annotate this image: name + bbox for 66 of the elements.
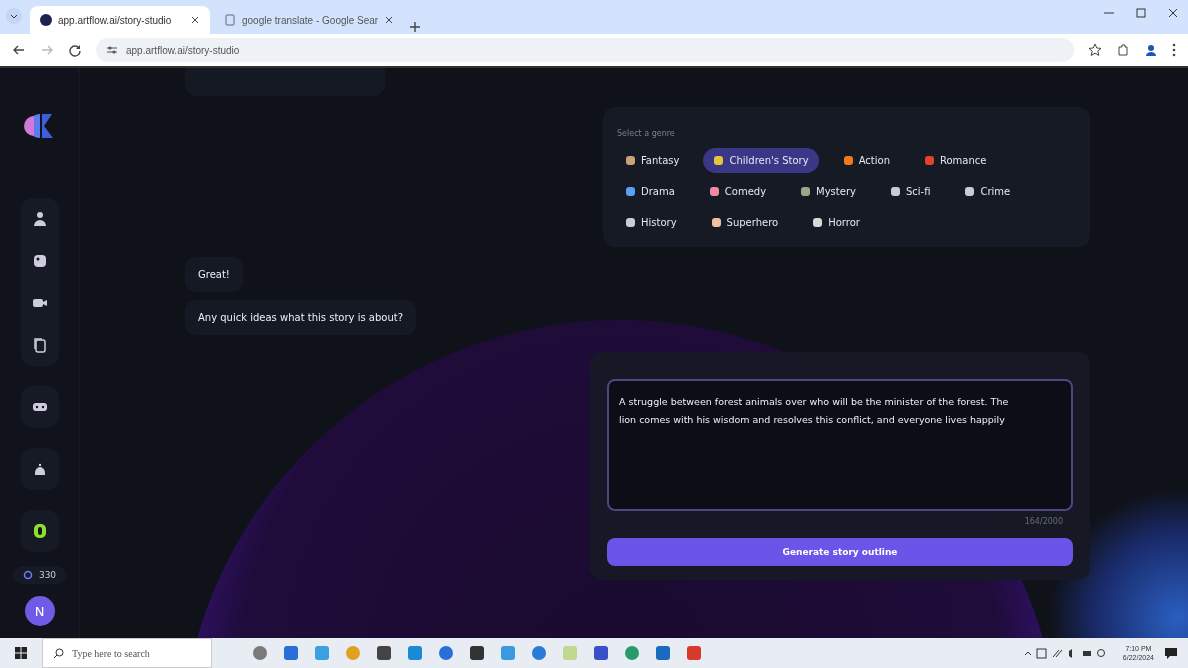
taskbar-app-icon[interactable] [376,645,392,661]
genre-icon [812,217,824,228]
person-icon[interactable] [31,211,48,227]
genre-icon [625,155,636,166]
app-logo[interactable] [23,112,56,140]
new-tab-icon[interactable] [408,20,423,34]
generate-button[interactable]: Generate story outline [607,538,1073,566]
tab-menu-icon[interactable] [6,8,22,24]
genre-icon [708,186,720,197]
windows-start-icon[interactable] [15,647,27,659]
url-text: app.artflow.ai/story-studio [126,44,240,56]
genre-chip[interactable]: Superhero [700,210,789,235]
page-icon [224,14,236,26]
genre-chip[interactable]: Drama [615,179,685,204]
genre-chip[interactable]: Fantasy [615,148,690,173]
story-idea-field[interactable]: A struggle between forest animals over who will be the minister of the forest. The lion comes with his wisdom and resolves this conflict, and everyone lives happily [607,379,1073,511]
ring-icon [22,570,33,580]
credits-count: 330 [38,570,57,580]
genre-icon [800,186,812,197]
reload-icon[interactable] [68,43,82,57]
genre-icon [964,186,976,197]
genre-chip[interactable]: Crime [954,179,1021,204]
genre-icon [625,217,636,228]
browser-tab[interactable]: google translate - Google Sear [214,6,405,34]
genre-chip[interactable]: Romance [914,148,997,173]
genre-icon [842,155,854,166]
address-bar[interactable]: app.artflow.ai/story-studio [96,38,1074,62]
genre-chip[interactable]: Comedy [698,179,777,204]
extensions-icon[interactable] [1116,43,1130,57]
more-menu-icon[interactable] [1172,43,1176,57]
genre-chip[interactable]: Horror [802,210,870,235]
back-icon[interactable] [12,43,26,57]
close-icon[interactable] [1166,6,1180,20]
genre-icon [924,155,935,166]
star-icon[interactable] [1088,43,1102,57]
genre-label: Select a genre [617,129,676,138]
site-favicon [40,14,52,26]
character-counter: 164/2000 [1024,517,1063,526]
message-bubble: Great! [185,257,243,292]
genre-icon [710,217,722,228]
notification-icon[interactable] [1164,646,1178,660]
document-icon[interactable] [31,337,48,353]
taskbar-search-field[interactable]: Type here to search [42,638,212,668]
genre-chip[interactable]: Children's Story [703,148,819,173]
profile-icon[interactable] [1144,43,1158,57]
tab-close-icon[interactable] [190,15,200,25]
tab-close-icon[interactable] [384,15,395,25]
message-bubble: Any quick ideas what this story is about? [185,300,416,335]
credits-pill[interactable]: 330 [12,566,67,584]
genre-icon [713,155,725,166]
site-settings-icon [106,44,118,56]
genre-icon [889,186,901,197]
image-icon[interactable] [31,253,48,269]
genre-chip[interactable]: Mystery [790,179,866,204]
genre-chip[interactable]: Sci-fi [879,179,941,204]
taskbar-app-icon[interactable] [593,645,609,661]
maximize-icon[interactable] [1134,6,1148,20]
genre-chip[interactable]: Action [832,148,900,173]
genre-icon [625,186,636,197]
genre-chip[interactable]: History [615,210,687,235]
search-icon [53,647,64,659]
badge-icon[interactable] [31,523,48,539]
user-avatar[interactable]: N [24,596,55,626]
browser-tab[interactable]: app.artflow.ai/story-studio [30,6,210,34]
taskbar-app-icon[interactable] [469,645,485,661]
taskbar-app-icon[interactable] [655,645,671,661]
